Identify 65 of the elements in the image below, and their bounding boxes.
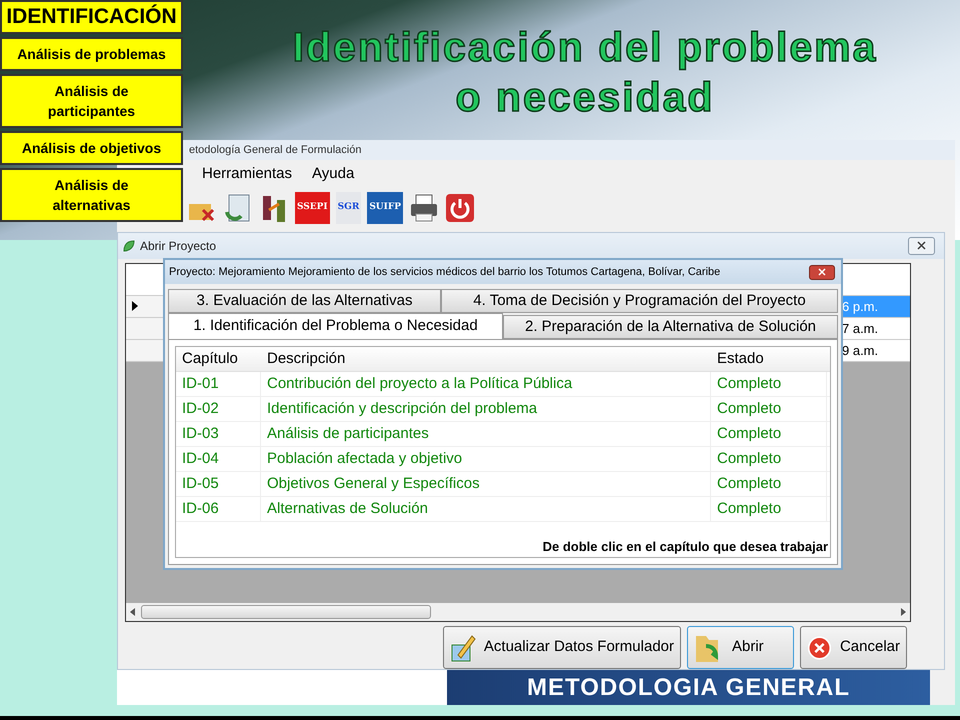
table-cell: Población afectada y objetivo	[261, 447, 711, 471]
dialog-title: Proyecto: Mejoramiento Mejoramiento de los servicios médicos del barrio los Totumos Cartagena, Bolívar, Caribe	[169, 264, 720, 280]
table-cell: Completo	[711, 372, 827, 396]
tab[interactable]: 4. Toma de Decisión y Programación del Proyecto	[441, 289, 838, 313]
table-cell: Completo	[711, 397, 827, 421]
leaf-icon	[122, 238, 136, 253]
table-row[interactable]: ID-03 Análisis de participantes Completo	[176, 422, 830, 447]
window-title: etodología General de Formulación	[189, 142, 362, 158]
tab[interactable]: 2. Preparación de la Alternativa de Solución	[503, 315, 838, 339]
close-button[interactable]	[908, 236, 935, 255]
dialog-button[interactable]: Abrir	[687, 626, 794, 669]
table-cell: Completo	[711, 497, 827, 521]
table-cell: ID-03	[176, 422, 261, 446]
time-cell-text: 7 a.m.	[842, 320, 880, 338]
tab[interactable]: 1. Identificación del Problema o Necesidad	[168, 313, 503, 339]
table-cell: ID-01	[176, 372, 261, 396]
horizontal-scrollbar[interactable]	[126, 603, 910, 621]
table-row[interactable]: ID-06 Alternativas de Solución Completo	[176, 497, 830, 522]
dialog-title: Abrir Proyecto	[140, 238, 216, 255]
table-cell: ID-02	[176, 397, 261, 421]
menu-button[interactable]: Análisis de participantes	[0, 74, 183, 128]
table-row[interactable]: ID-04 Población afectada y objetivo Completo	[176, 447, 830, 472]
scroll-thumb[interactable]	[141, 605, 431, 619]
dialog-button[interactable]: Actualizar Datos Formulador	[442, 626, 681, 669]
table-cell: ID-04	[176, 447, 261, 471]
table-cell: Alternativas de Solución	[261, 497, 711, 521]
banner-text: METODOLOGIA GENERAL	[526, 672, 850, 702]
table-cell: Completo	[711, 422, 827, 446]
table-cell: Análisis de participantes	[261, 422, 711, 446]
logo-button[interactable]: SGR	[336, 192, 362, 224]
slide-title: o necesidad	[456, 73, 714, 122]
table-cell: Completo	[711, 472, 827, 496]
scroll-right-icon	[901, 608, 906, 616]
column-header[interactable]: Descripción	[261, 347, 711, 371]
scroll-left-icon	[130, 608, 135, 616]
column-header[interactable]: Estado	[711, 347, 827, 371]
pencil-icon	[450, 632, 476, 662]
menu-item[interactable]: Herramientas	[202, 162, 292, 186]
table-cell: Completo	[711, 447, 827, 471]
hint-text: De doble clic en el capítulo que desea trabajar	[542, 538, 828, 556]
time-cell-text: 6 p.m.	[842, 298, 880, 316]
table-cell: Objetivos General y Específicos	[261, 472, 711, 496]
table-cell: Identificación y descripción del problema	[261, 397, 711, 421]
table-row[interactable]: ID-05 Objetivos General y Específicos Completo	[176, 472, 830, 497]
table-cell: ID-05	[176, 472, 261, 496]
section-header: IDENTIFICACIÓN	[0, 0, 183, 34]
tab[interactable]: 3. Evaluación de las Alternativas	[168, 289, 441, 313]
menu-button[interactable]: Análisis de alternativas	[0, 168, 183, 222]
time-cell-text: 9 a.m.	[842, 342, 880, 360]
menu-item[interactable]: Ayuda	[312, 162, 354, 186]
close-icon	[917, 241, 926, 250]
dialog-button[interactable]: Cancelar	[800, 626, 907, 669]
table-cell: ID-06	[176, 497, 261, 521]
close-icon	[818, 268, 826, 276]
logo-button[interactable]: SUIFP	[367, 192, 404, 224]
menu-button[interactable]: Análisis de objetivos	[0, 131, 183, 165]
close-button[interactable]	[809, 264, 835, 280]
table-cell: Contribución del proyecto a la Política Pública	[261, 372, 711, 396]
printer-icon[interactable]	[409, 192, 440, 224]
table-row[interactable]: ID-01 Contribución del proyecto a la Política Pública Completo	[176, 372, 830, 397]
logo-button[interactable]: SSEPI	[295, 192, 330, 224]
table-row[interactable]: ID-02 Identificación y descripción del problema Completo	[176, 397, 830, 422]
power-icon[interactable]	[445, 192, 476, 224]
column-header[interactable]: Capítulo	[176, 347, 261, 371]
menu-button[interactable]: Análisis de problemas	[0, 37, 183, 71]
